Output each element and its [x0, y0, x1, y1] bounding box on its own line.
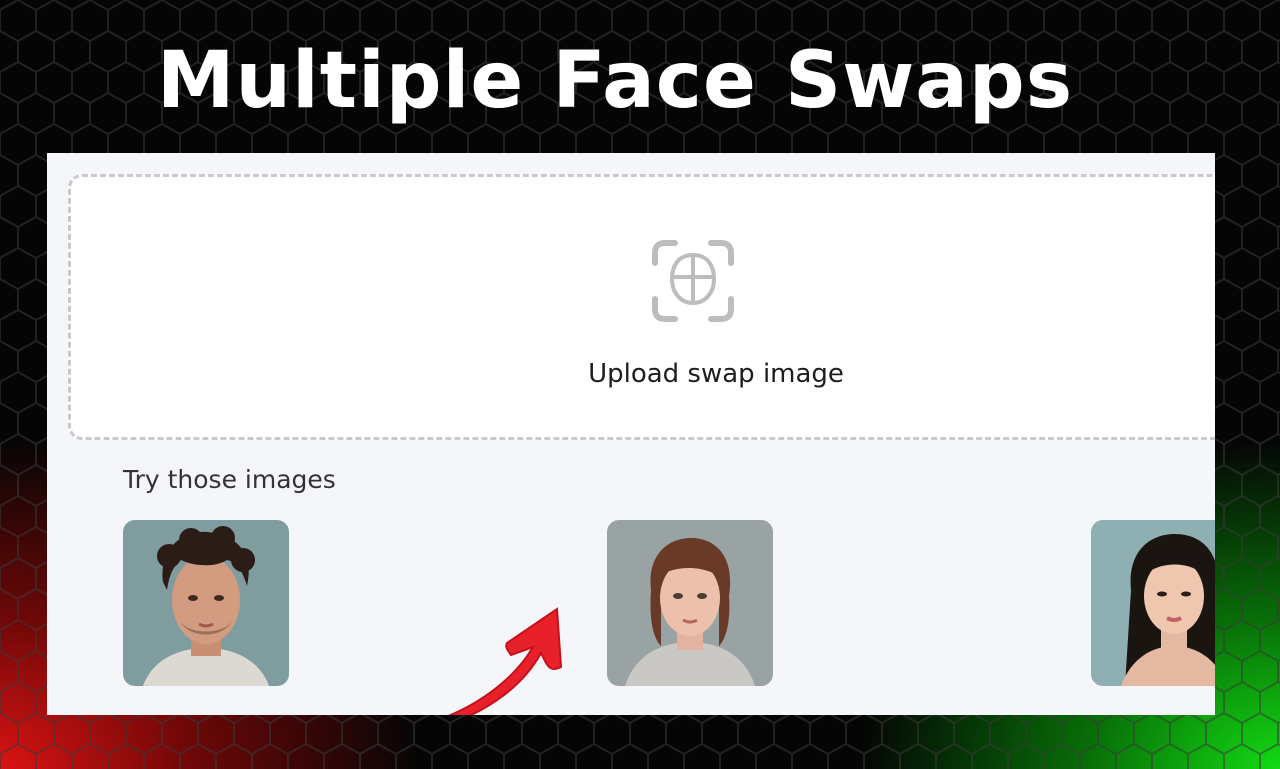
upload-label: Upload swap image — [588, 359, 844, 389]
sample-image-woman-dark[interactable] — [1091, 520, 1215, 686]
portrait-man-image — [123, 520, 289, 686]
upload-dropzone[interactable]: Upload swap image — [68, 174, 1215, 440]
face-scan-icon — [652, 240, 734, 322]
thumbnail-canvas: Multiple Face Swaps Upload swap image Tr… — [0, 0, 1280, 769]
sample-image-woman-auburn[interactable] — [607, 520, 773, 686]
samples-heading: Try those images — [123, 465, 336, 494]
sample-image-man[interactable] — [123, 520, 289, 686]
portrait-woman-dark-image — [1091, 520, 1215, 686]
headline-title: Multiple Face Swaps — [156, 36, 1074, 126]
face-swap-panel: Upload swap image Try those images — [47, 153, 1215, 715]
red-arrow-pointer — [447, 607, 563, 715]
portrait-woman-auburn-image — [607, 520, 773, 686]
